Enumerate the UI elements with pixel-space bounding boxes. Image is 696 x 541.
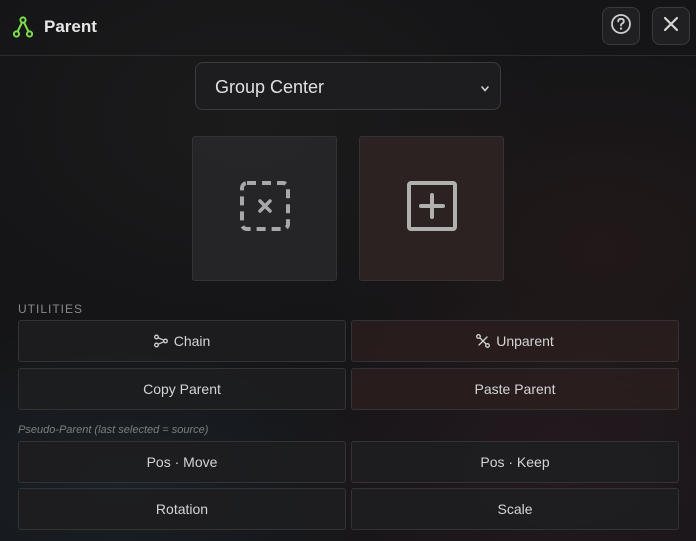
- pos-keep-button-label: Pos · Keep: [480, 454, 550, 470]
- copy-parent-button-label: Copy Parent: [143, 381, 221, 397]
- dashed-box-x-icon: [239, 180, 291, 237]
- pos-keep-button[interactable]: Pos · Keep: [351, 441, 679, 483]
- pos-move-button[interactable]: Pos · Move: [18, 441, 346, 483]
- unparent-button-label: Unparent: [496, 333, 554, 349]
- utilities-section-label: UTILITIES: [18, 302, 84, 316]
- chain-button[interactable]: Chain: [18, 320, 346, 362]
- question-circle-icon: [610, 13, 632, 40]
- clear-parent-tile[interactable]: [192, 136, 337, 281]
- fork-icon: [12, 16, 34, 38]
- scale-button-label: Scale: [497, 501, 533, 517]
- rotation-button[interactable]: Rotation: [18, 488, 346, 530]
- set-parent-tile[interactable]: [359, 136, 504, 281]
- mode-select[interactable]: Group Center: [195, 62, 501, 110]
- mode-select-value: Group Center: [215, 77, 325, 97]
- chevron-down-icon: [480, 81, 490, 99]
- unlink-icon: [476, 334, 491, 348]
- help-button[interactable]: [602, 7, 640, 45]
- chain-nodes-icon: [153, 334, 168, 348]
- rotation-button-label: Rotation: [155, 501, 209, 517]
- paste-parent-button[interactable]: Paste Parent: [351, 368, 679, 410]
- copy-parent-button[interactable]: Copy Parent: [18, 368, 346, 410]
- chain-button-label: Chain: [173, 333, 211, 349]
- pos-move-button-label: Pos · Move: [146, 454, 218, 470]
- parent-panel: Parent Group Center UTILITIES Chain Unpa…: [0, 0, 696, 541]
- pseudo-parent-section-label: Pseudo-Parent (last selected = source): [18, 424, 209, 436]
- panel-title: Parent: [44, 17, 97, 36]
- unparent-button[interactable]: Unparent: [351, 320, 679, 362]
- paste-parent-button-label: Paste Parent: [474, 381, 556, 397]
- box-plus-icon: [406, 180, 458, 237]
- scale-button[interactable]: Scale: [351, 488, 679, 530]
- close-button[interactable]: [652, 7, 690, 45]
- panel-header: Parent: [0, 0, 696, 56]
- close-icon: [663, 16, 679, 37]
